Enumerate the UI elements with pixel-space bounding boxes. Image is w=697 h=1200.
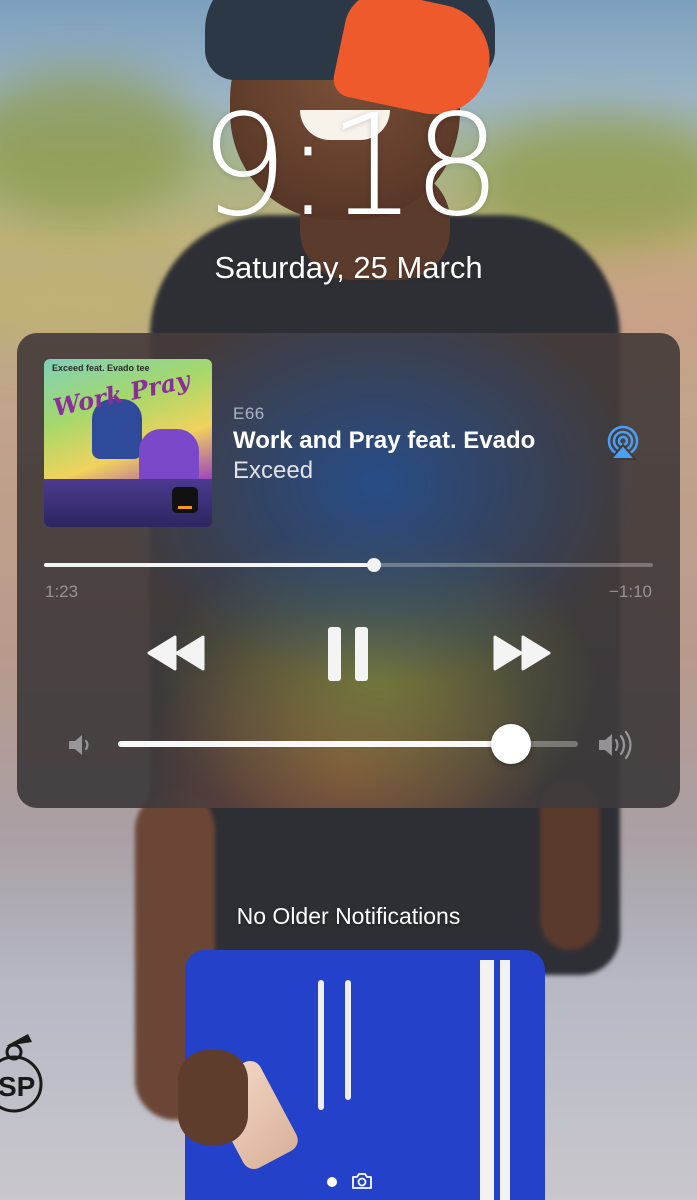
airplay-button[interactable] bbox=[605, 425, 641, 461]
lockscreen-date: Saturday, 25 March bbox=[214, 250, 483, 285]
speaker-low-icon bbox=[69, 735, 89, 755]
wallpaper-shorts-stripe bbox=[480, 960, 494, 1200]
watermark-text: SP bbox=[0, 1071, 35, 1102]
watermark-logo: SP bbox=[0, 1032, 48, 1114]
rewind-button[interactable] bbox=[145, 633, 207, 673]
rewind-icon bbox=[147, 635, 205, 671]
progress-bar[interactable] bbox=[44, 558, 653, 572]
volume-high-button[interactable] bbox=[597, 730, 637, 760]
page-indicator-dot bbox=[327, 1177, 337, 1187]
pause-button[interactable] bbox=[325, 626, 371, 682]
remaining-time: −1:10 bbox=[608, 582, 652, 601]
progress-fill bbox=[44, 563, 375, 567]
progress-scrubber[interactable] bbox=[367, 558, 382, 572]
track-album: E66 bbox=[233, 404, 265, 423]
watermark-logo-icon: SP bbox=[0, 1034, 43, 1113]
now-playing-widget: Exceed feat. Evado tee Work Pray E66 Wor… bbox=[17, 333, 680, 808]
lock-screen: 9:18 Saturday, 25 March Exceed feat. Eva… bbox=[0, 0, 697, 1200]
wallpaper-shorts-stripe bbox=[500, 960, 510, 1200]
elapsed-time: 1:23 bbox=[45, 582, 79, 601]
wallpaper-shorts-string bbox=[318, 980, 324, 1110]
volume-slider[interactable] bbox=[118, 724, 578, 764]
wallpaper-shorts-string bbox=[345, 980, 351, 1100]
speaker-high-icon bbox=[599, 730, 632, 760]
artwork-credit-text: Exceed feat. Evado tee bbox=[52, 363, 150, 373]
airplay-icon bbox=[607, 425, 639, 460]
volume-knob[interactable] bbox=[491, 724, 532, 764]
track-title[interactable]: Work and Pray feat. Evado bbox=[233, 427, 535, 455]
fast-forward-button[interactable] bbox=[491, 633, 553, 673]
volume-low-button[interactable] bbox=[67, 732, 95, 758]
pause-icon bbox=[328, 627, 368, 681]
audiomack-wave-icon bbox=[178, 494, 192, 509]
camera-shortcut[interactable] bbox=[351, 1172, 373, 1190]
track-artist[interactable]: Exceed bbox=[233, 457, 313, 485]
no-older-notifications-label: No Older Notifications bbox=[236, 903, 461, 929]
lockscreen-time: 9:18 bbox=[199, 85, 501, 248]
camera-icon bbox=[352, 1173, 372, 1189]
album-artwork[interactable]: Exceed feat. Evado tee Work Pray bbox=[44, 359, 212, 527]
audiomack-logo-icon bbox=[172, 487, 198, 513]
fast-forward-icon bbox=[493, 635, 551, 671]
volume-fill bbox=[118, 741, 512, 747]
wallpaper-person-hand bbox=[178, 1050, 248, 1145]
